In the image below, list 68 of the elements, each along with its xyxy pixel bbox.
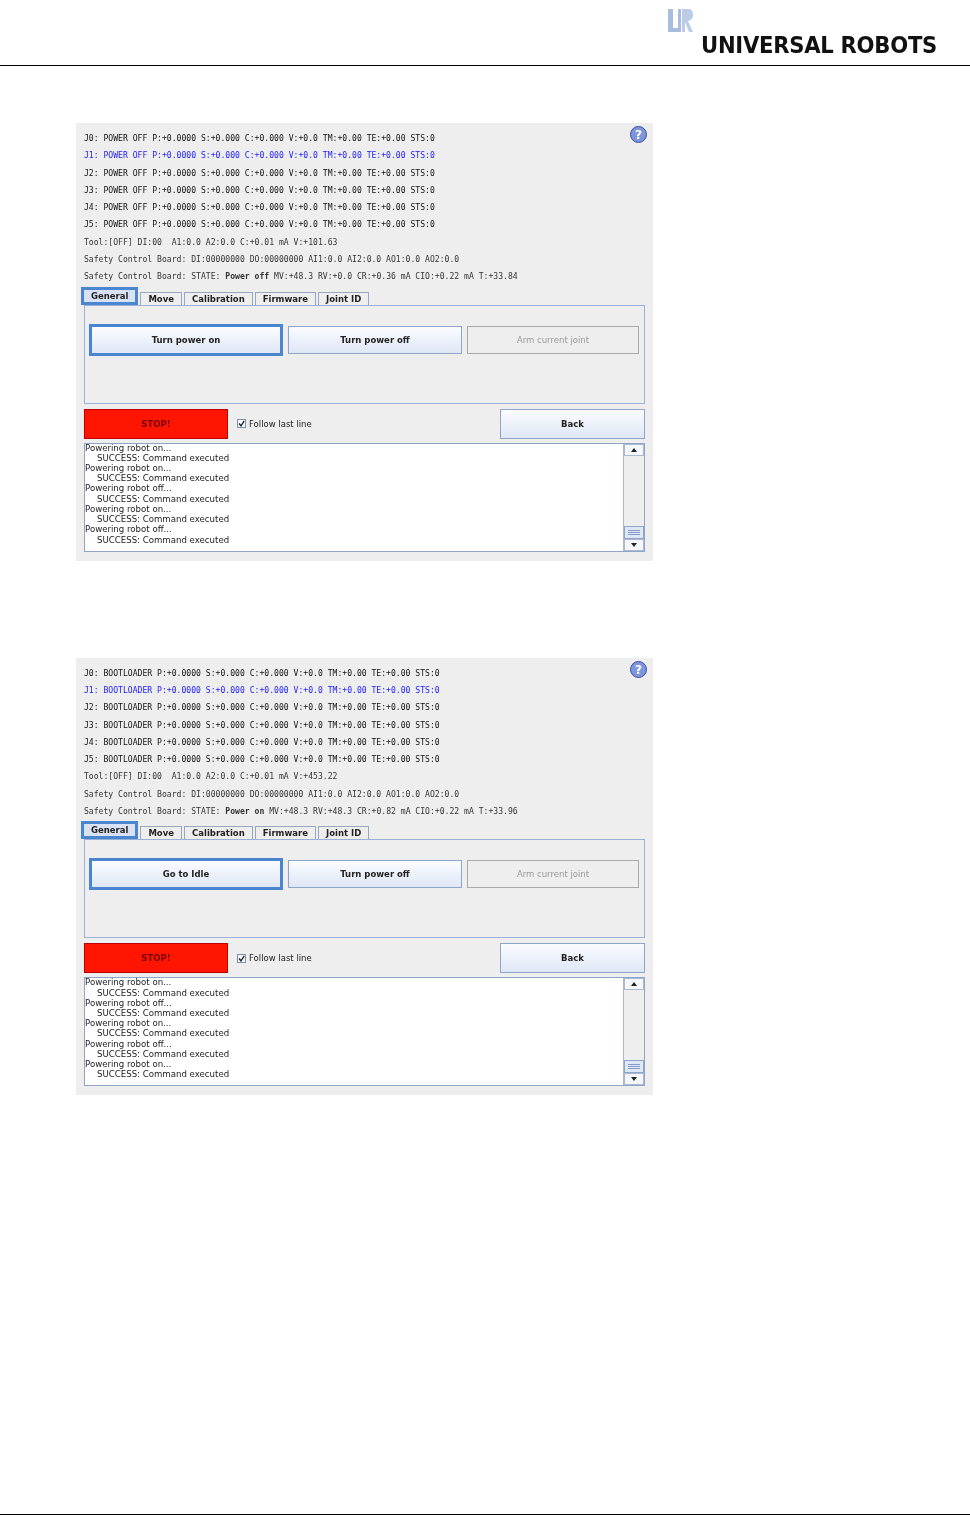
joint-status-line[interactable]: J2: BOOTLOADER P:+0.0000 S:+0.000 C:+0.000 V:+0.0 TM:+0.00 TE:+0.00 STS:0 — [84, 699, 518, 717]
scroll-up-icon[interactable] — [624, 978, 644, 991]
joint-status-line[interactable]: J1: BOOTLOADER P:+0.0000 S:+0.000 C:+0.000 V:+0.0 TM:+0.00 TE:+0.00 STS:0 — [84, 681, 518, 700]
status-line: Safety Control Board: DI:00000000 DO:00000000 AI1:0.0 AI2:0.0 AO1:0.0 AO2:0.0 — [84, 253, 461, 267]
log-line: SUCCESS: Command executed — [96, 473, 231, 484]
log-line: Powering robot off... — [85, 483, 173, 494]
tab[interactable]: Move — [140, 826, 182, 840]
joint-status-line[interactable]: J0: POWER OFF P:+0.0000 S:+0.000 C:+0.000 V:+0.0 TM:+0.00 TE:+0.00 STS:0 — [84, 130, 518, 148]
log-line: SUCCESS: Command executed — [97, 1007, 231, 1019]
tab[interactable]: Firmware — [254, 826, 317, 840]
joint-status-line[interactable]: J5: POWER OFF P:+0.0000 S:+0.000 C:+0.000 V:+0.0 TM:+0.00 TE:+0.00 STS:0 — [84, 216, 518, 234]
scrollbar[interactable] — [623, 978, 644, 1086]
checkbox[interactable] — [237, 953, 246, 963]
log-line: SUCCESS: Command executed — [96, 534, 231, 545]
log-line: Powering robot off... — [85, 997, 173, 1008]
joint-status-line[interactable]: J2: POWER OFF P:+0.0000 S:+0.000 C:+0.000 V:+0.0 TM:+0.00 TE:+0.00 STS:0 — [84, 164, 518, 182]
tab[interactable]: Joint ID — [318, 291, 370, 305]
log-line: Powering robot on... — [85, 463, 173, 474]
log-line: SUCCESS: Command executed — [96, 493, 231, 504]
joint-status-line[interactable]: J0: BOOTLOADER P:+0.0000 S:+0.000 C:+0.000 V:+0.0 TM:+0.00 TE:+0.00 STS:0 — [84, 664, 518, 682]
log-line: SUCCESS: Command executed — [97, 1048, 231, 1059]
joint-status-line[interactable]: J3: BOOTLOADER P:+0.0000 S:+0.000 C:+0.000 V:+0.0 TM:+0.00 TE:+0.00 STS:0 — [84, 716, 518, 734]
status-line: Tool:[OFF] DI:00 A1:0.0 A2:0.0 C:+0.01 mA V:+453.22 — [84, 770, 339, 784]
tab[interactable]: Calibration — [184, 291, 253, 305]
scroll-down-icon[interactable] — [624, 538, 644, 551]
log-line: Powering robot off... — [85, 1038, 173, 1049]
checkbox[interactable] — [237, 419, 246, 429]
log-line: Powering robot off... — [85, 524, 173, 535]
status-line: Safety Control Board: DI:00000000 DO:00000000 AI1:0.0 AI2:0.0 AO1:0.0 AO2:0.0 — [84, 787, 461, 801]
tab[interactable]: General — [81, 821, 139, 840]
scroll-thumb[interactable] — [624, 1060, 644, 1074]
log-line: Powering robot on... — [85, 1018, 173, 1029]
joint-status-line[interactable]: J4: BOOTLOADER P:+0.0000 S:+0.000 C:+0.000 V:+0.0 TM:+0.00 TE:+0.00 STS:0 — [84, 733, 518, 752]
log-line: SUCCESS: Command executed — [96, 1028, 231, 1039]
action-button[interactable]: Go to Idle — [89, 858, 283, 891]
action-button[interactable]: Turn power off — [288, 860, 462, 889]
logo-icon — [667, 8, 694, 34]
checkbox-label: Follow last line — [249, 953, 312, 964]
logo-wordmark: UNIVERSAL ROBOTS — [701, 32, 938, 58]
scroll-down-icon[interactable] — [624, 1073, 644, 1086]
tab[interactable]: Firmware — [254, 291, 317, 305]
back-button[interactable]: Back — [500, 408, 645, 439]
scroll-up-icon[interactable] — [624, 443, 644, 456]
log-line: Powering robot on... — [85, 978, 173, 988]
log-line: SUCCESS: Command executed — [96, 987, 231, 998]
log-line: SUCCESS: Command executed — [97, 452, 231, 464]
scroll-thumb[interactable] — [624, 525, 644, 539]
tab[interactable]: Joint ID — [318, 826, 370, 840]
tab[interactable]: Calibration — [184, 826, 253, 840]
log-line: Powering robot on... — [85, 503, 173, 515]
joint-status-line[interactable]: J5: BOOTLOADER P:+0.0000 S:+0.000 C:+0.000 V:+0.0 TM:+0.00 TE:+0.00 STS:0 — [84, 751, 518, 769]
back-button[interactable]: Back — [500, 943, 645, 974]
checkbox-label: Follow last line — [249, 418, 312, 429]
log-line: Powering robot on... — [85, 443, 173, 453]
tab[interactable]: General — [81, 286, 139, 305]
joint-status-line[interactable]: J1: POWER OFF P:+0.0000 S:+0.000 C:+0.000 V:+0.0 TM:+0.00 TE:+0.00 STS:0 — [84, 147, 518, 165]
status-line: Tool:[OFF] DI:00 A1:0.0 A2:0.0 C:+0.01 mA V:+101.63 — [84, 235, 339, 249]
action-button[interactable]: Turn power on — [89, 323, 283, 356]
joint-status-line[interactable]: J4: POWER OFF P:+0.0000 S:+0.000 C:+0.000 V:+0.0 TM:+0.00 TE:+0.00 STS:0 — [84, 199, 518, 217]
action-button[interactable]: Turn power off — [288, 325, 462, 354]
tab[interactable]: Move — [140, 291, 182, 305]
joint-status-line[interactable]: J3: POWER OFF P:+0.0000 S:+0.000 C:+0.000 V:+0.0 TM:+0.00 TE:+0.00 STS:0 — [84, 181, 518, 200]
log-line: Powering robot on... — [85, 1058, 173, 1070]
status-line: Safety Control Board: STATE: Power on MV:+48.3 RV:+48.3 CR:+0.82 mA CIO:+0.22 mA T:+33.96 — [84, 805, 518, 819]
scrollbar[interactable] — [623, 443, 644, 551]
log-line: SUCCESS: Command executed — [96, 514, 231, 525]
status-line: Safety Control Board: STATE: Power off MV:+48.3 RV:+0.0 CR:+0.36 mA CIO:+0.22 mA T:+33.84 — [84, 270, 518, 284]
log-line: SUCCESS: Command executed — [96, 1069, 231, 1080]
